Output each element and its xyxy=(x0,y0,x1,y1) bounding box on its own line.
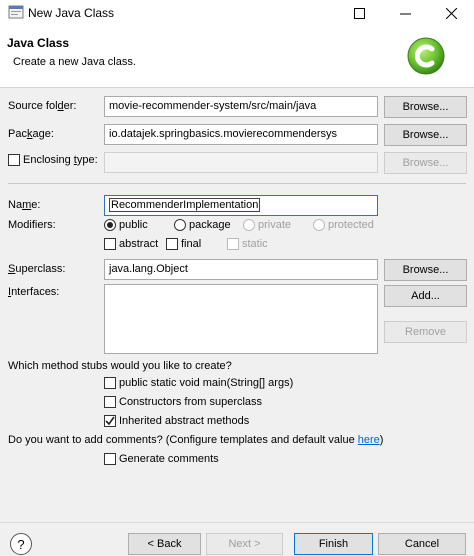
source-folder-input[interactable]: movie-recommender-system/src/main/java xyxy=(104,96,378,117)
protected-radio[interactable] xyxy=(313,219,325,231)
minimize-icon xyxy=(399,13,411,14)
separator xyxy=(8,183,466,184)
private-radio[interactable] xyxy=(243,219,255,231)
public-label: public xyxy=(119,219,148,231)
finish-button[interactable]: Finish xyxy=(294,533,373,555)
wizard-title: Java Class xyxy=(7,36,70,50)
minimize-button[interactable] xyxy=(382,0,428,26)
help-button[interactable]: ? xyxy=(10,533,32,555)
close-window-button[interactable] xyxy=(428,0,474,26)
abstract-checkbox[interactable] xyxy=(104,238,116,250)
method-stubs-question: Which method stubs would you like to cre… xyxy=(8,360,232,372)
superclass-label: Superclass: xyxy=(8,263,66,275)
final-label: final xyxy=(181,238,202,250)
package-modifier-label: package xyxy=(189,219,231,231)
generate-comments-checkbox[interactable] xyxy=(104,453,116,465)
source-folder-label: Source folder: xyxy=(8,100,77,112)
enclosing-type-label: Enclosing type: xyxy=(23,154,98,166)
abstract-label: abstract xyxy=(119,238,159,250)
package-radio[interactable] xyxy=(174,219,186,231)
inherited-methods-checkbox[interactable] xyxy=(104,415,116,427)
class-name-value: RecommenderImplementation xyxy=(109,198,261,212)
main-method-label: public static void main(String[] args) xyxy=(119,377,294,389)
main-method-checkbox[interactable] xyxy=(104,377,116,389)
eclipse-window-icon xyxy=(8,5,24,19)
browse-enclosing-type-button[interactable]: Browse... xyxy=(384,152,467,174)
wizard-description: Create a new Java class. xyxy=(13,56,136,68)
generate-comments-label: Generate comments xyxy=(119,453,219,465)
modifiers-label: Modifiers: xyxy=(8,219,56,231)
close-icon xyxy=(445,7,457,19)
enclosing-type-input[interactable] xyxy=(104,152,378,173)
back-button[interactable]: < Back xyxy=(128,533,201,555)
comments-question: Do you want to add comments? (Configure … xyxy=(8,434,384,446)
next-button[interactable]: Next > xyxy=(206,533,283,555)
java-class-logo-icon xyxy=(407,37,445,75)
browse-source-folder-button[interactable]: Browse... xyxy=(384,96,467,118)
interfaces-list[interactable] xyxy=(104,284,378,354)
name-label: Name: xyxy=(8,199,41,211)
constructors-checkbox[interactable] xyxy=(104,396,116,408)
add-interface-button[interactable]: Add... xyxy=(384,285,467,307)
maximize-button[interactable] xyxy=(336,0,382,26)
inherited-methods-label: Inherited abstract methods xyxy=(119,415,250,427)
public-radio[interactable] xyxy=(104,219,116,231)
superclass-input[interactable]: java.lang.Object xyxy=(104,259,378,280)
help-icon: ? xyxy=(17,536,25,552)
radio-selected-dot xyxy=(107,222,113,228)
remove-interface-button[interactable]: Remove xyxy=(384,321,467,343)
browse-package-button[interactable]: Browse... xyxy=(384,124,467,146)
private-label: private xyxy=(258,219,292,231)
static-label: static xyxy=(242,238,268,250)
configure-templates-link[interactable]: here xyxy=(358,434,380,446)
window-title: New Java Class xyxy=(28,6,115,20)
enclosing-type-checkbox[interactable] xyxy=(8,154,20,166)
maximize-icon xyxy=(353,7,365,19)
cancel-button[interactable]: Cancel xyxy=(378,533,466,555)
protected-label: protected xyxy=(328,219,374,231)
checkmark-icon xyxy=(105,416,115,426)
package-label: Package: xyxy=(8,128,54,140)
class-name-input[interactable]: RecommenderImplementation xyxy=(104,195,378,216)
footer-separator xyxy=(0,522,474,523)
package-input[interactable]: io.datajek.springbasics.movierecommender… xyxy=(104,124,378,145)
static-checkbox[interactable] xyxy=(227,238,239,250)
constructors-label: Constructors from superclass xyxy=(119,396,263,408)
interfaces-label: Interfaces: xyxy=(8,286,60,298)
final-checkbox[interactable] xyxy=(166,238,178,250)
browse-superclass-button[interactable]: Browse... xyxy=(384,259,467,281)
